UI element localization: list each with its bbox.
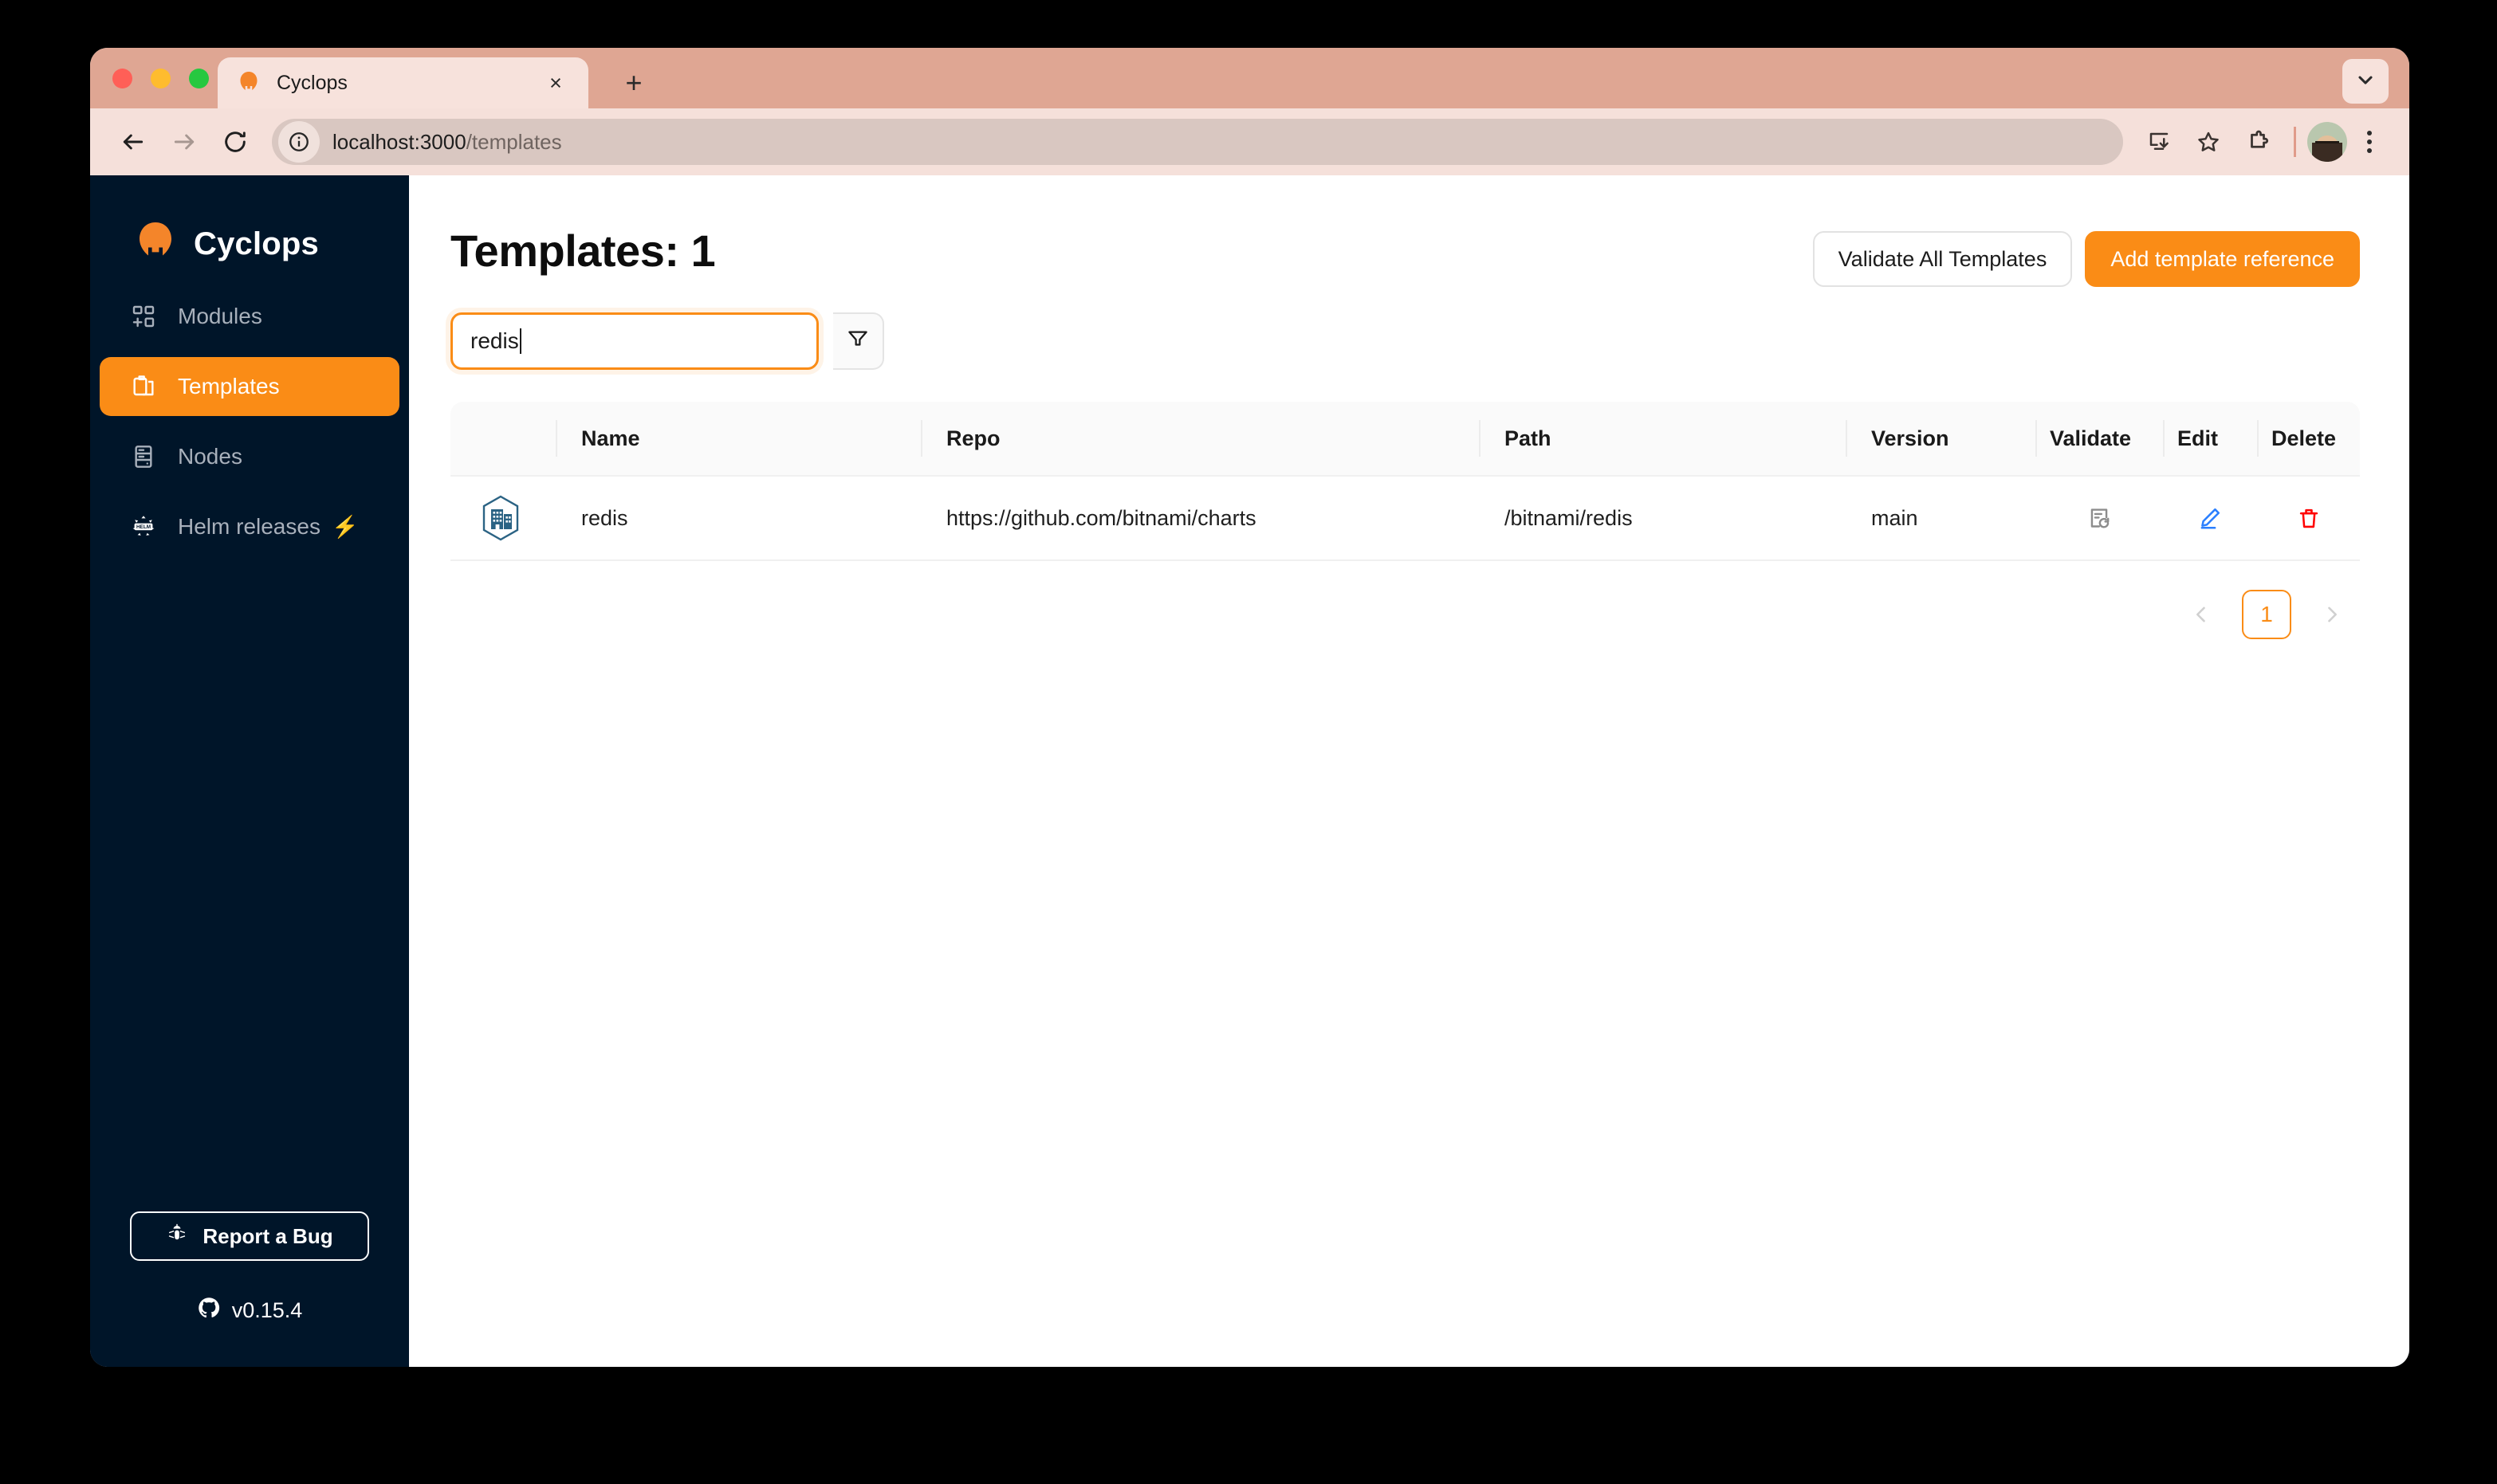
window-traffic-lights [112,69,209,88]
column-header-repo: Repo [921,420,1479,457]
brand[interactable]: Cyclops [90,175,409,276]
column-header-validate: Validate [2035,420,2163,457]
column-header-delete: Delete [2257,420,2361,457]
bookmark-star-icon[interactable] [2184,117,2233,167]
brand-name: Cyclops [194,226,320,261]
delete-template-button[interactable] [2257,496,2361,540]
column-header-edit: Edit [2163,420,2257,457]
sidebar-item-templates[interactable]: Templates [100,357,399,416]
file-sync-icon [2077,496,2121,540]
address-bar[interactable]: localhost:3000/templates [272,119,2123,165]
modules-icon [130,303,157,330]
report-a-bug-button[interactable]: Report a Bug [130,1211,369,1261]
address-bar-text: localhost:3000/templates [332,130,562,155]
pagination-next-button[interactable] [2307,590,2357,639]
validate-template-button[interactable] [2035,496,2163,540]
install-app-icon[interactable] [2134,117,2184,167]
sidebar: Cyclops Modules Templates Nodes HELM Hel… [90,175,409,1367]
cell-repo: https://github.com/bitnami/charts [946,505,1256,530]
column-header-version: Version [1846,420,2035,457]
cyclops-logo-icon [135,221,176,267]
repo-building-hex-icon [476,493,525,543]
table-row[interactable]: redis https://github.com/bitnami/charts … [450,477,2360,561]
search-input-value: redis [470,328,519,353]
toolbar-divider [2294,127,2296,157]
url-host: localhost:3000 [332,129,466,154]
trash-delete-icon [2287,496,2331,540]
close-window-button[interactable] [112,69,132,88]
reload-icon[interactable] [210,116,261,167]
toolbar-icon-group [2134,117,2392,167]
sidebar-item-label: Templates [178,374,280,398]
tab-search-button[interactable] [2342,59,2389,104]
chevron-down-icon [2354,69,2377,95]
column-header-name: Name [556,420,921,457]
forward-arrow-icon [159,116,210,167]
validate-all-templates-button[interactable]: Validate All Templates [1812,231,2073,287]
header-actions: Validate All Templates Add template refe… [1812,231,2360,287]
report-a-bug-label: Report a Bug [203,1223,333,1248]
helm-label-text: Helm releases [178,514,320,539]
bug-icon [166,1223,188,1250]
github-icon [197,1296,221,1325]
search-input[interactable]: redis [450,312,819,370]
browser-tab-cyclops[interactable]: Cyclops × [218,57,588,108]
chrome-menu-icon[interactable] [2347,117,2392,167]
main-content: Templates: 1 Validate All Templates Add … [409,175,2409,1367]
url-path: /templates [466,129,562,154]
pagination-page-1[interactable]: 1 [2242,590,2291,639]
app-root: Cyclops Modules Templates Nodes HELM Hel… [90,175,2409,1367]
repo-type-cell [450,493,556,543]
edit-template-button[interactable] [2163,496,2257,540]
sidebar-footer: Report a Bug v0.15.4 [90,1211,409,1367]
browser-tab-strip: Cyclops × + [90,48,2409,108]
sidebar-item-label: Modules [178,304,262,328]
add-template-reference-button[interactable]: Add template reference [2085,231,2360,287]
lightning-bolt-icon: ⚡ [331,515,359,539]
tab-title: Cyclops [277,71,348,94]
column-header-path: Path [1479,420,1846,457]
version-label: v0.15.4 [231,1298,303,1322]
sidebar-item-modules[interactable]: Modules [100,287,399,346]
back-arrow-icon[interactable] [108,116,159,167]
column-header-icon [450,420,556,457]
sidebar-item-label: Nodes [178,444,242,469]
table-header-row: Name Repo Path Version Validate Edit Del… [450,402,2360,477]
page-title: Templates: 1 [450,226,716,276]
nodes-icon [130,443,157,470]
sidebar-nav: Modules Templates Nodes HELM Helm releas… [90,287,409,567]
content-header: Templates: 1 Validate All Templates Add … [450,225,2360,287]
cell-name: redis [581,505,628,530]
sidebar-item-label: Helm releases ⚡ [178,514,359,540]
text-cursor [519,328,521,354]
search-row: redis [450,312,2360,370]
close-icon[interactable]: × [542,69,569,96]
filter-button[interactable] [833,312,884,370]
new-tab-button[interactable]: + [616,65,651,100]
templates-icon [130,373,157,400]
templates-table: Name Repo Path Version Validate Edit Del… [450,402,2360,561]
funnel-filter-icon [846,328,870,355]
svg-text:HELM: HELM [136,524,151,530]
cell-version: main [1871,505,1918,530]
sidebar-item-nodes[interactable]: Nodes [100,427,399,486]
extensions-icon[interactable] [2233,117,2283,167]
browser-toolbar: localhost:3000/templates [90,108,2409,175]
cyclops-logo-icon [237,71,261,95]
pencil-edit-icon [2188,496,2232,540]
browser-window: Cyclops × + localhost:3000/templates Cyc… [90,48,2409,1367]
cell-path: /bitnami/redis [1504,505,1633,530]
profile-avatar[interactable] [2307,122,2347,162]
minimize-window-button[interactable] [151,69,171,88]
helm-icon: HELM [130,513,157,540]
sidebar-item-helm-releases[interactable]: HELM Helm releases ⚡ [100,497,399,556]
pagination-prev-button[interactable] [2177,590,2226,639]
version-link[interactable]: v0.15.4 [197,1296,303,1325]
pagination: 1 [450,590,2360,639]
maximize-window-button[interactable] [189,69,209,88]
site-info-icon[interactable] [278,121,320,163]
